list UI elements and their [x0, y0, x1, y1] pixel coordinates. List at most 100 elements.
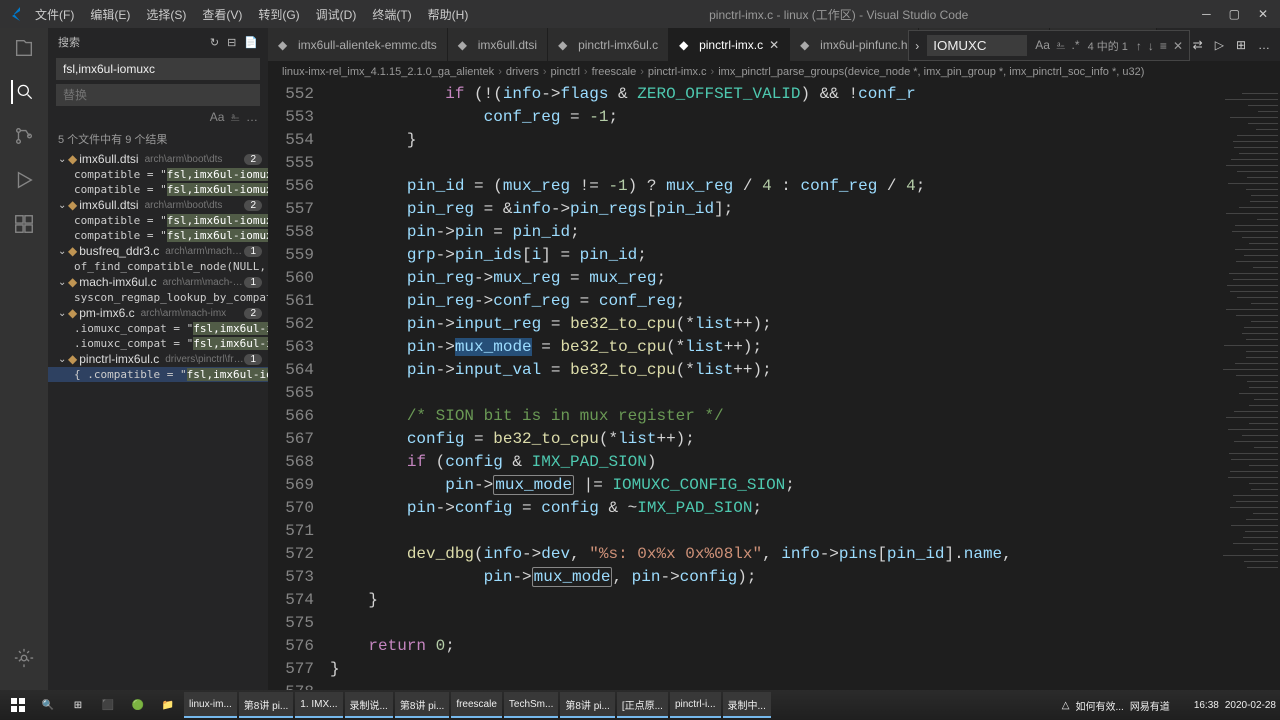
close-tab-icon[interactable]: ✕	[769, 38, 779, 52]
result-file[interactable]: ⌄◆mach-imx6ul.carch\arm\mach-imx1	[48, 274, 268, 290]
code-line[interactable]: }	[330, 589, 1220, 612]
extensions-icon[interactable]	[12, 212, 36, 236]
code-line[interactable]: /* SION bit is in mux register */	[330, 405, 1220, 428]
code-line[interactable]: pin_id = (mux_reg != -1) ? mux_reg / 4 :…	[330, 175, 1220, 198]
tray-item[interactable]: 如何有效...	[1075, 698, 1123, 713]
replace-input[interactable]	[56, 84, 260, 106]
code-line[interactable]: pin->mux_mode, pin->config);	[330, 566, 1220, 589]
code-line[interactable]: conf_reg = -1;	[330, 106, 1220, 129]
code-line[interactable]	[330, 382, 1220, 405]
result-match[interactable]: { .compatible = "fsl,imx6ul-iomuxc", .da…	[48, 367, 268, 382]
result-file[interactable]: ⌄◆pm-imx6.carch\arm\mach-imx2	[48, 305, 268, 321]
menu-item[interactable]: 编辑(E)	[83, 4, 137, 25]
taskbar-app[interactable]: 第8讲 pi...	[560, 692, 614, 718]
whole-word-icon[interactable]: ⎁	[230, 110, 240, 125]
code-line[interactable]: pin->config = config & ~IMX_PAD_SION;	[330, 497, 1220, 520]
editor-tab[interactable]: ◆pinctrl-imx6ul.c	[548, 28, 669, 61]
breadcrumb-item[interactable]: pinctrl	[551, 66, 580, 78]
code-line[interactable]: pin_reg = &info->pin_regs[pin_id];	[330, 198, 1220, 221]
breadcrumb-item[interactable]: freescale	[592, 66, 637, 78]
start-button[interactable]	[4, 692, 32, 718]
menu-item[interactable]: 帮助(H)	[421, 4, 476, 25]
code-line[interactable]: pin->mux_mode |= IOMUXC_CONFIG_SION;	[330, 474, 1220, 497]
code-line[interactable]	[330, 520, 1220, 543]
breadcrumb[interactable]: linux-imx-rel_imx_4.1.15_2.1.0_ga_alient…	[268, 61, 1280, 83]
result-match[interactable]: .iomuxc_compat = "fsl,imx6ul-iomuxc",	[48, 321, 268, 336]
task-folder[interactable]: 📁	[154, 692, 182, 718]
minimap[interactable]	[1220, 83, 1280, 698]
split-icon[interactable]: ⊞	[1236, 38, 1246, 52]
result-match[interactable]: compatible = "fsl,imx6ul-iomuxc";	[48, 213, 268, 228]
clear-icon[interactable]: ⊟	[227, 36, 236, 49]
code-line[interactable]	[330, 152, 1220, 175]
search-icon[interactable]	[11, 80, 35, 104]
newfile-icon[interactable]: 📄	[244, 36, 258, 49]
code-line[interactable]: grp->pin_ids[i] = pin_id;	[330, 244, 1220, 267]
menu-item[interactable]: 文件(F)	[28, 4, 81, 25]
refresh-icon[interactable]: ↻	[210, 36, 219, 49]
menu-item[interactable]: 终端(T)	[365, 4, 418, 25]
find-in-selection-icon[interactable]: ≡	[1160, 39, 1167, 53]
find-widget[interactable]: › Aa⎁.* 4 中的 1 ↑↓≡✕	[908, 30, 1190, 61]
taskbar-app[interactable]: 1. IMX...	[295, 692, 342, 718]
next-match-icon[interactable]: ↓	[1148, 39, 1154, 53]
editor-tab[interactable]: ◆pinctrl-imx.c✕	[669, 28, 790, 61]
menu-item[interactable]: 转到(G)	[251, 4, 306, 25]
tray-item[interactable]: △	[1062, 700, 1070, 711]
code-line[interactable]: if (config & IMX_PAD_SION)	[330, 451, 1220, 474]
close-button[interactable]: ✕	[1258, 7, 1268, 21]
menu-item[interactable]: 选择(S)	[139, 4, 193, 25]
editor-tab[interactable]: ◆imx6ull-alientek-emmc.dts	[268, 28, 448, 61]
taskbar-app[interactable]: linux-im...	[184, 692, 237, 718]
result-match[interactable]: .iomuxc_compat = "fsl,imx6ul-iomuxc",	[48, 336, 268, 351]
tray-item[interactable]: 16:38	[1194, 700, 1219, 711]
scm-icon[interactable]	[12, 124, 36, 148]
minimize-button[interactable]: ─	[1202, 7, 1211, 21]
more-icon[interactable]: …	[246, 110, 258, 125]
result-file[interactable]: ⌄◆pinctrl-imx6ul.cdrivers\pinctrl\freesc…	[48, 351, 268, 367]
result-match[interactable]: compatible = "fsl,imx6ul-iomuxc-gpr",	[48, 228, 268, 243]
code-line[interactable]: pin->input_val = be32_to_cpu(*list++);	[330, 359, 1220, 382]
breadcrumb-item[interactable]: drivers	[506, 66, 539, 78]
tray-item[interactable]: 网易有道	[1130, 698, 1170, 713]
code-line[interactable]: if (!(info->flags & ZERO_OFFSET_VALID) &…	[330, 83, 1220, 106]
match-case-icon[interactable]: Aa	[210, 110, 225, 125]
search-button[interactable]: 🔍	[34, 692, 62, 718]
breadcrumb-item[interactable]: linux-imx-rel_imx_4.1.15_2.1.0_ga_alient…	[282, 66, 494, 78]
code-line[interactable]: pin_reg->mux_reg = mux_reg;	[330, 267, 1220, 290]
code-line[interactable]: dev_dbg(info->dev, "%s: 0x%x 0x%08lx", i…	[330, 543, 1220, 566]
find-input[interactable]	[927, 35, 1027, 56]
result-match[interactable]: compatible = "fsl,imx6ul-iomuxc-gpr",	[48, 182, 268, 197]
close-find-icon[interactable]: ✕	[1173, 39, 1183, 53]
search-input[interactable]	[56, 58, 260, 80]
compare-icon[interactable]: ⇄	[1193, 38, 1203, 52]
prev-match-icon[interactable]: ↑	[1136, 39, 1142, 53]
debug-icon[interactable]	[12, 168, 36, 192]
code-line[interactable]: pin->input_reg = be32_to_cpu(*list++);	[330, 313, 1220, 336]
system-tray[interactable]: △ 如何有效... 网易有道 16:38 2020-02-28	[1062, 698, 1276, 713]
code-line[interactable]: pin->pin = pin_id;	[330, 221, 1220, 244]
regex-icon[interactable]: .*	[1072, 38, 1080, 53]
settings-icon[interactable]	[12, 646, 36, 670]
code-line[interactable]: }	[330, 129, 1220, 152]
editor-tab[interactable]: ◆imx6ull.dtsi	[448, 28, 548, 61]
result-match[interactable]: compatible = "fsl,imx6ul-iomuxc";	[48, 167, 268, 182]
whole-word-icon[interactable]: ⎁	[1056, 38, 1066, 53]
taskbar-app[interactable]: [正点原...	[617, 692, 668, 718]
chevron-right-icon[interactable]: ›	[915, 39, 919, 53]
more-icon[interactable]: …	[1258, 38, 1270, 52]
taskbar-app[interactable]: 录制说...	[345, 692, 393, 718]
code-line[interactable]	[330, 612, 1220, 635]
taskbar-app[interactable]: 录制中...	[723, 692, 771, 718]
taskbar-app[interactable]: TechSm...	[504, 692, 558, 718]
result-file[interactable]: ⌄◆busfreq_ddr3.carch\arm\mach-imx1	[48, 243, 268, 259]
run-icon[interactable]: ▷	[1215, 38, 1224, 52]
taskbar-app[interactable]: 第8讲 pi...	[239, 692, 293, 718]
match-case-icon[interactable]: Aa	[1035, 38, 1050, 53]
code-line[interactable]: }	[330, 658, 1220, 681]
tray-item[interactable]: 2020-02-28	[1225, 700, 1276, 711]
menu-item[interactable]: 调试(D)	[309, 4, 364, 25]
task-obs[interactable]: ⬛	[94, 692, 122, 718]
result-file[interactable]: ⌄◆imx6ull.dtsiarch\arm\boot\dts2	[48, 151, 268, 167]
result-file[interactable]: ⌄◆imx6ull.dtsiarch\arm\boot\dts2	[48, 197, 268, 213]
